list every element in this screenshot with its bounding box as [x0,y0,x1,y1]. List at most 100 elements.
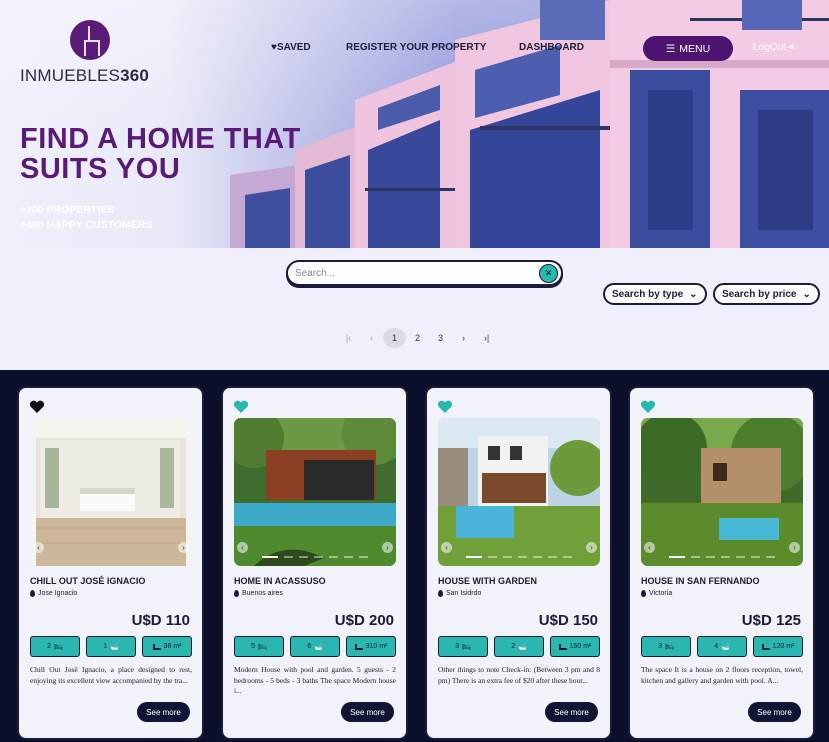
listing-features: 2 🛏 1 🛁 38 m² [30,636,192,657]
listing-title[interactable]: HOUSE IN SAN FERNANDO [641,576,760,586]
listing-location: Victoria [641,590,672,597]
listing-card[interactable]: ‹ › HOME IN ACASSUSO Buenos aires U$D 20… [221,386,408,740]
menu-button[interactable]: ☰ MENU [643,36,733,61]
bathrooms-badge: 6 🛁 [290,636,340,657]
prev-page-icon[interactable]: ‹ [360,328,383,348]
nav-dashboard-link[interactable]: DASHBOARD [519,42,584,53]
carousel-prev-icon[interactable]: ‹ [237,542,248,553]
search-input[interactable] [295,266,530,280]
brand-name: INMUEBLES360 [20,66,150,85]
see-more-button[interactable]: See more [545,702,598,722]
area-icon [152,643,161,650]
listing-title[interactable]: CHILL OUT JOSÉ IGNACIO [30,576,145,586]
listing-price: U$D 125 [741,612,801,629]
bed-icon: 🛏 [54,643,63,651]
listing-description: Modern House with pool and garden. 5 gue… [234,665,396,695]
logout-link[interactable]: LogOut⇥ [753,42,794,53]
hero-stats: +200 PROPERTIES +400 HAPPY CUSTOMERS [20,203,152,233]
area-badge: 38 m² [142,636,192,657]
bed-icon: 🛏 [258,643,267,651]
bath-icon: 🛁 [314,643,323,651]
hero-banner: INMUEBLES360 ♥SAVED REGISTER YOUR PROPER… [0,0,829,248]
listing-card[interactable]: ‹ › HOUSE WITH GARDEN San Isidrdo U$D 15… [425,386,612,740]
headline-line-1: FIND A HOME THAT [20,123,301,155]
bedrooms-badge: 2 🛏 [30,636,80,657]
location-pin-icon [234,590,239,597]
filter-type-dropdown[interactable]: Search by type ⌄ [603,283,707,305]
listing-card[interactable]: ‹ › CHILL OUT JOSÉ IGNACIO Jose Ignacio … [17,386,204,740]
carousel-next-icon[interactable]: › [178,542,189,553]
bathrooms-badge: 1 🛁 [86,636,136,657]
listing-price: U$D 150 [538,612,598,629]
carousel-dots [669,556,775,558]
filter-price-label: Search by price [722,288,797,300]
bathrooms-badge: 2 🛁 [494,636,544,657]
heart-icon[interactable] [233,400,249,414]
area-badge: 310 m² [346,636,396,657]
next-page-icon[interactable]: › [452,328,475,348]
carousel-next-icon[interactable]: › [586,542,597,553]
listing-photo: ‹ › [641,418,803,566]
page-button-3[interactable]: 3 [429,328,452,348]
listing-photo: ‹ › [438,418,600,566]
location-pin-icon [641,590,646,597]
hamburger-icon: ☰ [665,42,676,55]
listing-title[interactable]: HOME IN ACASSUSO [234,576,326,586]
carousel-prev-icon[interactable]: ‹ [33,542,44,553]
bedrooms-badge: 5 🛏 [234,636,284,657]
last-page-icon[interactable]: ›| [475,328,498,348]
location-pin-icon [438,590,443,597]
bed-icon: 🛏 [462,643,471,651]
listing-title[interactable]: HOUSE WITH GARDEN [438,576,537,586]
see-more-button[interactable]: See more [137,702,190,722]
carousel-next-icon[interactable]: › [789,542,800,553]
listings-grid: ‹ › CHILL OUT JOSÉ IGNACIO Jose Ignacio … [0,370,829,742]
bedrooms-badge: 3 🛏 [641,636,691,657]
stat-customers: +400 HAPPY CUSTOMERS [20,219,153,231]
carousel-next-icon[interactable]: › [382,542,393,553]
stat-properties: +200 PROPERTIES [20,204,115,216]
heart-icon[interactable] [437,400,453,414]
listing-features: 5 🛏 6 🛁 310 m² [234,636,396,657]
hero-headline: FIND A HOME THAT SUITS YOU [20,124,350,184]
search-submit-icon[interactable]: ✕ [539,264,558,283]
page-button-1[interactable]: 1 [383,328,406,348]
heart-icon[interactable] [29,400,45,414]
area-icon [761,643,770,650]
menu-button-label: MENU [679,42,711,55]
first-page-icon[interactable]: |‹ [337,328,360,348]
listing-features: 3 🛏 4 🛁 120 m² [641,636,803,657]
listing-description: The space It is a house on 2 floors rece… [641,665,803,685]
search-bar: ✕ [286,260,563,286]
area-badge: 120 m² [753,636,803,657]
bath-icon: 🛁 [518,643,527,651]
listing-location: Buenos aires [234,590,283,597]
heart-icon[interactable] [640,400,656,414]
area-badge: 160 m² [550,636,600,657]
area-icon [354,643,363,650]
carousel-prev-icon[interactable]: ‹ [644,542,655,553]
bath-icon: 🛁 [721,643,730,651]
nav-register-link[interactable]: REGISTER YOUR PROPERTY [346,42,486,53]
listing-price: U$D 110 [131,612,190,629]
nav-saved-link[interactable]: ♥SAVED [271,42,311,53]
page-button-2[interactable]: 2 [406,328,429,348]
carousel-prev-icon[interactable]: ‹ [441,542,452,553]
listing-description: Chill Out José Ignacio, a place designed… [30,665,192,685]
carousel-dots [262,556,368,558]
see-more-button[interactable]: See more [341,702,394,722]
bathrooms-badge: 4 🛁 [697,636,747,657]
chevron-down-icon: ⌄ [689,288,698,300]
listing-location: Jose Ignacio [30,590,77,597]
logout-label: LogOut [753,42,786,53]
listing-card[interactable]: ‹ › HOUSE IN SAN FERNANDO Victoria U$D 1… [628,386,815,740]
carousel-dots [466,556,572,558]
brand-logo[interactable]: INMUEBLES360 [20,20,170,90]
filter-price-dropdown[interactable]: Search by price ⌄ [713,283,820,305]
see-more-button[interactable]: See more [748,702,801,722]
filter-type-label: Search by type [612,288,684,300]
listing-features: 3 🛏 2 🛁 160 m² [438,636,600,657]
chevron-down-icon: ⌄ [802,288,811,300]
logout-icon: ⇥ [785,42,795,53]
listing-description: Other things to note Check-in: (Between … [438,665,600,685]
